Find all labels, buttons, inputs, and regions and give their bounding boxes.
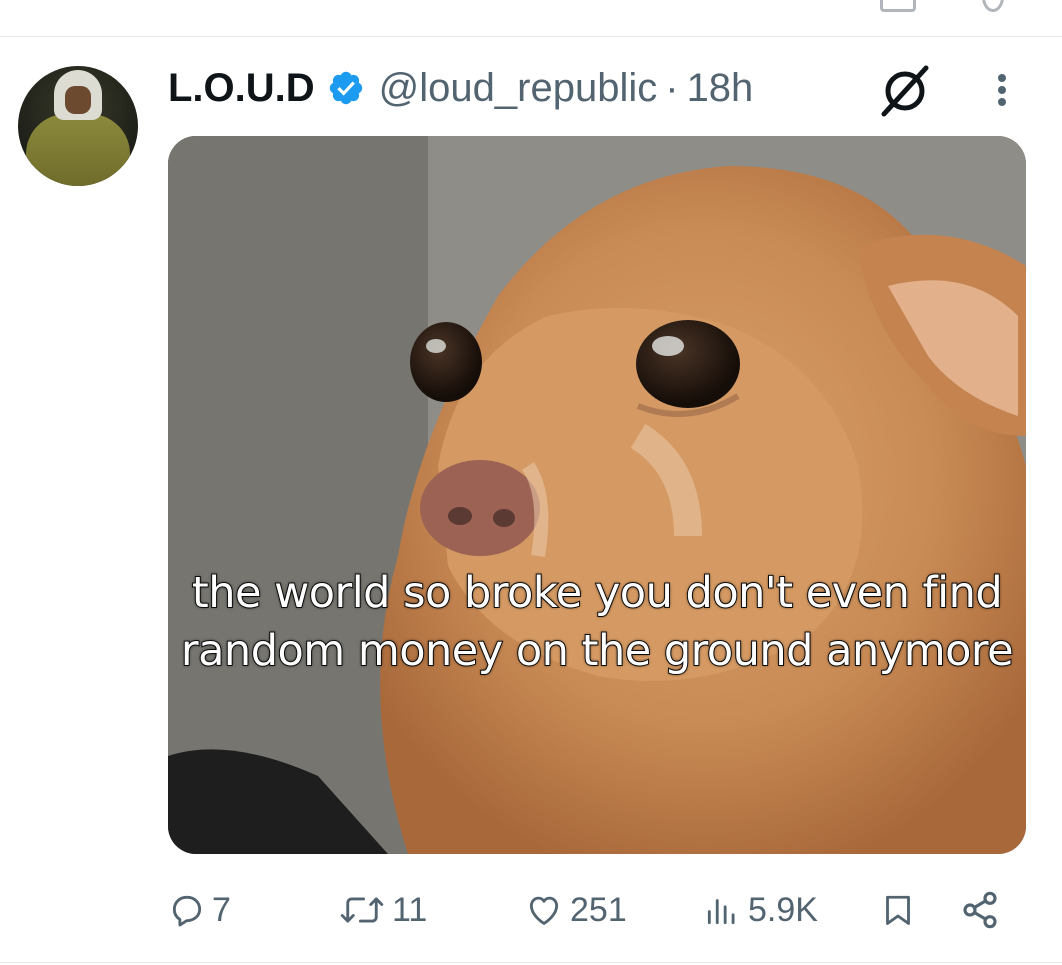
share-icon xyxy=(963,891,997,929)
reply-button[interactable]: 7 xyxy=(168,880,231,940)
bookmark-icon[interactable] xyxy=(880,0,916,12)
divider xyxy=(0,962,1062,963)
repost-count: 11 xyxy=(392,890,428,929)
bookmark-button[interactable] xyxy=(880,880,922,940)
avatar-face-shape xyxy=(65,86,91,114)
repost-icon xyxy=(340,897,384,923)
avatar-body-shape xyxy=(26,114,130,186)
like-count: 251 xyxy=(570,890,627,929)
timestamp[interactable]: 18h xyxy=(687,66,754,111)
previous-tweet-fragment xyxy=(0,0,1062,36)
tweet-actions: 7 11 251 5.9K xyxy=(168,880,1028,940)
tweet-media-image[interactable]: the world so broke you don't even find r… xyxy=(168,136,1026,854)
heart-icon xyxy=(529,896,559,925)
reply-icon xyxy=(172,895,202,927)
repost-button[interactable]: 11 xyxy=(338,880,427,940)
like-button[interactable]: 251 xyxy=(524,880,627,940)
tweet-header: L.O.U.D @loud_republic · 18h xyxy=(168,58,1028,118)
views-count: 5.9K xyxy=(748,890,818,929)
reply-count: 7 xyxy=(212,890,231,929)
views-icon xyxy=(707,899,735,925)
timeline: L.O.U.D @loud_republic · 18h the world s… xyxy=(0,0,1062,965)
verified-badge-icon xyxy=(329,71,362,105)
share-button[interactable] xyxy=(960,880,1006,940)
share-icon[interactable] xyxy=(982,0,1004,12)
author-handle[interactable]: @loud_republic xyxy=(379,66,658,111)
chihuahua-photo xyxy=(168,136,1026,854)
media-caption: the world so broke you don't even find r… xyxy=(180,567,1015,677)
bookmark-icon xyxy=(886,895,910,925)
avatar[interactable] xyxy=(18,66,138,186)
more-vertical-icon[interactable] xyxy=(986,70,1018,110)
divider xyxy=(0,36,1062,37)
separator-dot: · xyxy=(665,65,679,110)
author-display-name[interactable]: L.O.U.D xyxy=(168,66,315,111)
views-button[interactable]: 5.9K xyxy=(702,880,818,940)
grok-icon[interactable] xyxy=(878,64,932,118)
